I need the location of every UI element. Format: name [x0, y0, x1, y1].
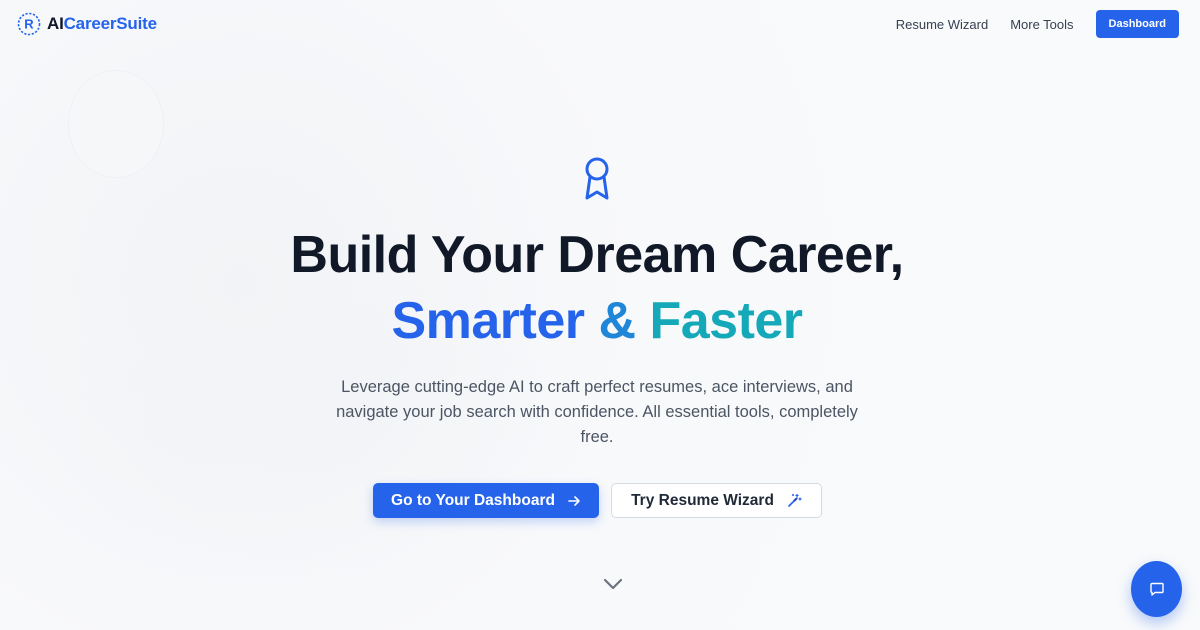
arrow-right-icon [568, 495, 580, 506]
resume-r-logo-icon: R [17, 12, 41, 36]
try-resume-wizard-label: Try Resume Wizard [631, 491, 774, 509]
nav-more-tools-link[interactable]: More Tools [1010, 17, 1073, 32]
chevron-down-icon[interactable] [602, 576, 624, 592]
chat-bubble-icon [1149, 582, 1164, 596]
main-nav: Resume Wizard More Tools Dashboard [896, 10, 1179, 38]
brand-logo[interactable]: R AICareerSuite [17, 12, 157, 36]
hero-headline-highlight: Smarter & Faster [0, 291, 1194, 351]
go-to-dashboard-button[interactable]: Go to Your Dashboard [373, 483, 599, 518]
svg-text:R: R [24, 17, 34, 32]
headline-faster: Faster [649, 292, 803, 350]
nav-dashboard-button[interactable]: Dashboard [1095, 10, 1179, 38]
try-resume-wizard-button[interactable]: Try Resume Wizard [611, 483, 822, 518]
headline-ampersand: & [598, 292, 636, 350]
hero-headline: Build Your Dream Career, [290, 226, 904, 284]
headline-smarter: Smarter [391, 292, 585, 350]
chat-button[interactable] [1131, 561, 1182, 617]
award-ribbon-icon [585, 157, 609, 200]
site-header: R AICareerSuite Resume Wizard More Tools… [0, 0, 1200, 48]
hero-subtitle: Leverage cutting-edge AI to craft perfec… [336, 378, 858, 446]
background-decoration [68, 70, 164, 178]
nav-resume-wizard-link[interactable]: Resume Wizard [896, 17, 988, 32]
page: R AICareerSuite Resume Wizard More Tools… [0, 0, 1200, 630]
magic-wand-icon [788, 493, 802, 507]
go-to-dashboard-label: Go to Your Dashboard [391, 491, 555, 509]
brand-name: AICareerSuite [47, 14, 157, 33]
